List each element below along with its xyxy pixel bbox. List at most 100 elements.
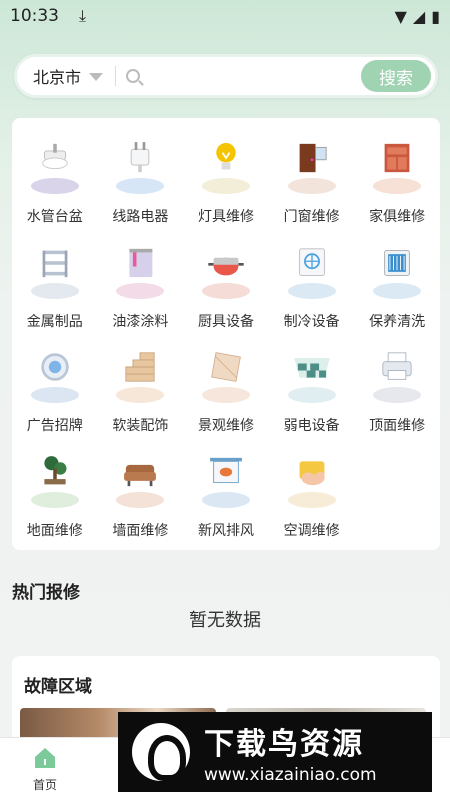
category-item[interactable]: 墙面维修 bbox=[98, 444, 184, 549]
icon-plate bbox=[30, 282, 79, 299]
watermark-logo-icon bbox=[132, 723, 190, 781]
icon-plate bbox=[116, 387, 165, 403]
icon-plate bbox=[116, 178, 165, 194]
category-grid: 水管台盆 线路电器 灯具维修 门窗维修 家俱维修 金属制品 油漆涂料 厨具设备 … bbox=[12, 118, 440, 550]
wifi-icon: ▼ bbox=[394, 6, 407, 26]
paint-bucket-icon bbox=[129, 248, 153, 277]
bonsai-icon bbox=[44, 455, 67, 484]
category-icon-wrap bbox=[371, 347, 423, 403]
category-item[interactable]: 软装配饰 bbox=[98, 339, 184, 444]
category-item[interactable]: 顶面维修 bbox=[354, 339, 440, 444]
category-icon-wrap bbox=[286, 138, 338, 194]
category-item[interactable]: 地面维修 bbox=[12, 444, 98, 549]
category-icon-wrap bbox=[29, 138, 81, 194]
category-icon-wrap bbox=[200, 243, 252, 299]
category-label: 景观维修 bbox=[197, 418, 254, 434]
bulb-icon bbox=[216, 142, 236, 170]
icon-plate bbox=[373, 178, 422, 194]
cleaning-hand-icon bbox=[299, 460, 325, 485]
pot-icon bbox=[208, 257, 244, 275]
metal-rack-icon bbox=[42, 250, 68, 277]
category-item[interactable]: 水管台盆 bbox=[12, 130, 98, 235]
category-icon-wrap bbox=[114, 138, 166, 194]
chevron-down-icon bbox=[89, 73, 104, 81]
category-label: 油漆涂料 bbox=[112, 313, 169, 330]
fault-area-title: 故障区域 bbox=[24, 677, 92, 697]
category-item[interactable]: 线路电器 bbox=[98, 130, 184, 235]
tab-home-label: 首页 bbox=[32, 778, 57, 792]
fan-icon bbox=[41, 353, 69, 381]
hot-repair-title: 热门报修 bbox=[12, 583, 80, 603]
icon-plate bbox=[287, 387, 336, 403]
category-label: 新风排风 bbox=[197, 522, 254, 539]
icon-plate bbox=[201, 282, 250, 299]
icon-plate bbox=[287, 282, 336, 299]
icon-plate bbox=[116, 282, 165, 299]
category-label: 墙面维修 bbox=[112, 522, 169, 539]
category-icon-wrap bbox=[371, 138, 423, 194]
category-icon-wrap bbox=[29, 243, 81, 299]
ac-unit-icon bbox=[298, 247, 325, 276]
category-icon-wrap bbox=[286, 452, 338, 508]
status-bar: 10:33 ⤓ ▼ ◢ ▮ bbox=[0, 0, 450, 32]
category-item[interactable]: 广告招牌 bbox=[12, 339, 98, 444]
search-input[interactable] bbox=[146, 67, 361, 85]
icon-plate bbox=[373, 282, 422, 299]
category-icon-wrap bbox=[286, 347, 338, 403]
sign-board-icon bbox=[210, 457, 242, 483]
category-item[interactable]: 家俱维修 bbox=[354, 130, 440, 235]
category-item[interactable]: 空调维修 bbox=[269, 444, 355, 549]
search-icon bbox=[126, 69, 141, 83]
cabinet-icon bbox=[384, 143, 410, 173]
icon-plate bbox=[201, 178, 250, 194]
icon-plate bbox=[201, 491, 250, 508]
city-label: 北京市 bbox=[33, 68, 82, 87]
search-button[interactable]: 搜索 bbox=[361, 60, 431, 92]
plug-icon bbox=[131, 142, 150, 173]
icon-plate bbox=[287, 491, 336, 508]
watermark-banner: 下载鸟资源 www.xiazainiao.com bbox=[118, 712, 432, 792]
sofa-icon bbox=[124, 464, 157, 486]
icon-plate bbox=[373, 387, 422, 403]
icon-plate bbox=[201, 387, 250, 403]
category-label: 线路电器 bbox=[112, 209, 169, 225]
category-icon-wrap bbox=[286, 243, 338, 299]
watermark-title: 下载鸟资源 bbox=[204, 727, 364, 762]
battery-icon: ▮ bbox=[431, 6, 440, 26]
category-item[interactable]: 新风排风 bbox=[183, 444, 269, 549]
category-icon-wrap bbox=[371, 243, 423, 299]
category-icon-wrap bbox=[114, 452, 166, 508]
city-selector[interactable]: 北京市 bbox=[33, 64, 104, 88]
divider bbox=[115, 66, 117, 86]
category-label: 门窗维修 bbox=[283, 209, 340, 225]
category-item[interactable]: 景观维修 bbox=[183, 339, 269, 444]
category-label: 金属制品 bbox=[26, 313, 83, 330]
tab-home[interactable]: 首页 bbox=[0, 738, 90, 800]
category-item[interactable]: 金属制品 bbox=[12, 235, 98, 340]
category-item[interactable]: 灯具维修 bbox=[183, 130, 269, 235]
category-item[interactable]: 保养清洗 bbox=[354, 235, 440, 340]
category-icon-wrap bbox=[29, 452, 81, 508]
category-item[interactable]: 弱电设备 bbox=[269, 339, 355, 444]
category-label: 保养清洗 bbox=[369, 313, 426, 330]
category-label: 软装配饰 bbox=[112, 418, 169, 434]
status-time: 10:33 bbox=[10, 6, 59, 26]
icon-plate bbox=[287, 178, 336, 194]
icon-plate bbox=[30, 491, 79, 508]
category-item[interactable]: 门窗维修 bbox=[269, 130, 355, 235]
signal-icon: ◢ bbox=[412, 6, 426, 26]
category-icon-wrap bbox=[200, 138, 252, 194]
empty-state-text: 暂无数据 bbox=[189, 610, 261, 631]
category-label: 灯具维修 bbox=[197, 209, 254, 225]
category-item[interactable]: 厨具设备 bbox=[183, 235, 269, 340]
icon-plate bbox=[116, 491, 165, 508]
category-item[interactable]: 油漆涂料 bbox=[98, 235, 184, 340]
floor-tile-icon bbox=[293, 358, 330, 378]
door-window-icon bbox=[299, 143, 327, 173]
category-label: 空调维修 bbox=[283, 522, 340, 539]
search-bar: 北京市 搜索 bbox=[14, 54, 438, 98]
category-label: 弱电设备 bbox=[283, 418, 340, 434]
category-icon-wrap bbox=[200, 347, 252, 403]
category-item[interactable]: 制冷设备 bbox=[269, 235, 355, 340]
icon-plate bbox=[30, 178, 79, 194]
